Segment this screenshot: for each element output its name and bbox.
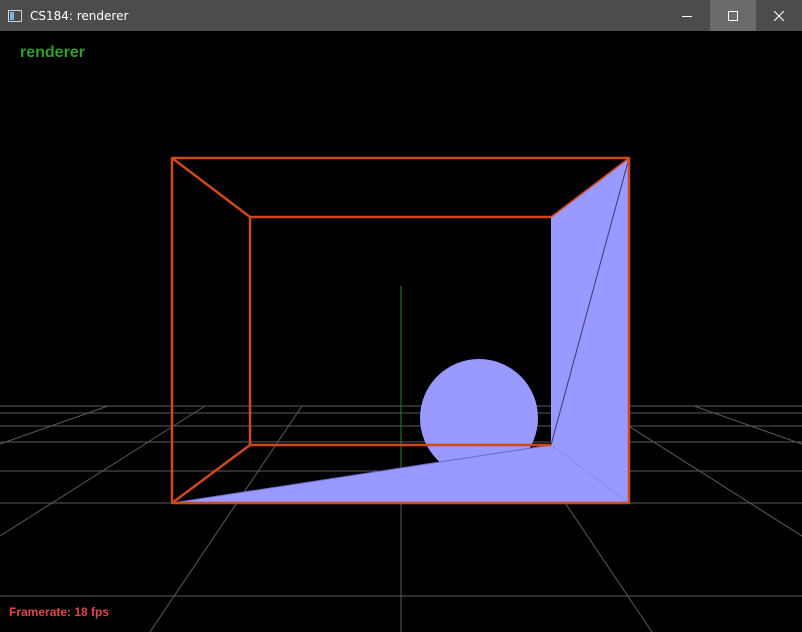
app-window-icon — [8, 9, 22, 22]
right-wall-mesh — [551, 158, 629, 503]
minimize-icon — [682, 15, 692, 17]
render-viewport[interactable]: renderer Framerate: 18 fps — [0, 31, 802, 632]
box-edge-top-left — [171, 157, 251, 218]
window-title: CS184: renderer — [30, 8, 129, 23]
renderer-label: renderer — [20, 44, 85, 61]
maximize-icon — [728, 10, 738, 21]
sphere-mesh — [420, 359, 538, 477]
maximize-button[interactable] — [710, 0, 756, 31]
close-icon — [774, 10, 784, 21]
app-window: CS184: renderer renderer Framerate: 18 f… — [0, 0, 802, 632]
scene-canvas[interactable] — [0, 31, 802, 632]
close-button[interactable] — [756, 0, 802, 31]
title-bar[interactable]: CS184: renderer — [0, 0, 802, 31]
minimize-button[interactable] — [664, 0, 710, 31]
framerate-readout: Framerate: 18 fps — [9, 605, 110, 619]
window-controls — [664, 0, 802, 31]
